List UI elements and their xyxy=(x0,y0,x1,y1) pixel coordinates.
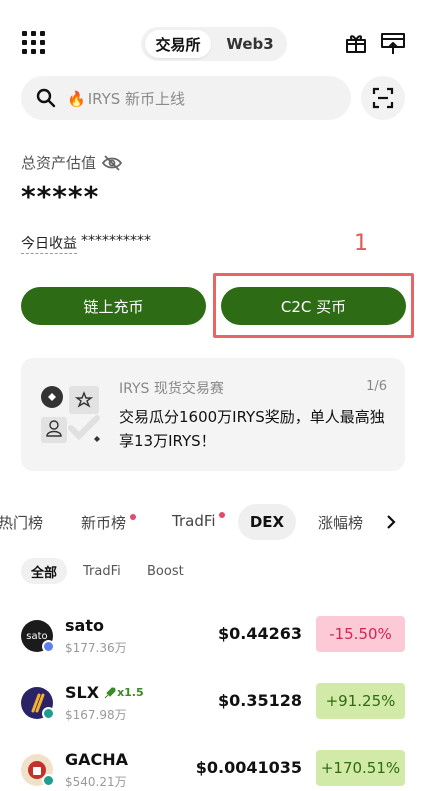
card-upload-icon[interactable] xyxy=(380,31,406,55)
scan-icon xyxy=(372,87,394,109)
apps-grid-icon[interactable] xyxy=(22,31,46,55)
search-placeholder: IRYS 新币上线 xyxy=(87,90,186,108)
promo-body: 交易瓜分1600万IRYS奖励，单人最高独享13万IRYS！ xyxy=(119,408,385,450)
promo-title: IRYS 现货交易赛 xyxy=(119,381,224,397)
token-name: SLX x1.5 xyxy=(65,683,144,702)
tab-tradfi[interactable]: TradFi xyxy=(172,512,216,530)
search-icon xyxy=(36,88,56,108)
boost-badge: x1.5 xyxy=(103,686,144,700)
token-change-badge: +91.25% xyxy=(316,683,405,719)
today-pnl-label: 今日收益 xyxy=(21,233,77,254)
subtab-boost[interactable]: Boost xyxy=(147,558,184,584)
today-pnl-value: ********** xyxy=(81,233,151,249)
rocket-icon xyxy=(104,686,116,698)
tab-new[interactable]: 新币榜 xyxy=(81,512,126,533)
scan-button[interactable] xyxy=(361,76,405,120)
exchange-web3-switch: 交易所 Web3 xyxy=(141,27,287,61)
total-assets-value: ***** xyxy=(21,180,100,213)
tab-dex[interactable]: DEX xyxy=(238,504,296,540)
token-row[interactable]: sato sato $177.36万 $0.44263 -15.50% xyxy=(0,616,427,672)
tab-hot[interactable]: 热门榜 xyxy=(0,512,43,533)
new-dot-badge xyxy=(130,514,136,520)
today-pnl[interactable]: 今日收益 ********** xyxy=(21,233,151,254)
token-market-cap: $177.36万 xyxy=(65,641,127,655)
onchain-deposit-button[interactable]: 链上充币 xyxy=(21,287,206,325)
token-name: sato xyxy=(65,616,104,635)
subtab-all[interactable]: 全部 xyxy=(21,558,68,584)
tab-gainers[interactable]: 涨幅榜 xyxy=(318,512,364,533)
promo-page-indicator: 1/6 xyxy=(366,379,387,394)
solana-chain-icon xyxy=(42,774,55,787)
token-row[interactable]: SLX x1.5 $167.98万 $0.35128 +91.25% xyxy=(0,683,427,739)
search-bar[interactable]: 🔥 IRYS 新币上线 xyxy=(21,76,351,120)
tradfi-dot-badge xyxy=(219,512,225,518)
token-market-cap: $167.98万 xyxy=(65,708,127,722)
token-market-cap: $540.21万 xyxy=(65,775,127,789)
token-name: GACHA xyxy=(65,750,129,769)
chevron-right-icon[interactable] xyxy=(384,514,398,530)
eye-hidden-icon[interactable] xyxy=(102,154,123,171)
token-row[interactable]: GACHA $540.21万 $0.0041035 +170.51% xyxy=(0,750,427,791)
subtab-tradfi[interactable]: TradFi xyxy=(83,558,121,584)
promo-illustration-icon xyxy=(41,386,100,443)
annotation-number: 1 xyxy=(354,231,368,256)
fire-icon: 🔥 xyxy=(67,89,86,108)
tab-exchange[interactable]: 交易所 xyxy=(145,30,211,58)
promo-banner[interactable]: IRYS 现货交易赛 1/6 交易瓜分1600万IRYS奖励，单人最高独享13万… xyxy=(21,358,405,471)
token-change-badge: +170.51% xyxy=(316,750,405,786)
gift-icon[interactable] xyxy=(344,31,368,55)
tab-web3[interactable]: Web3 xyxy=(217,30,283,58)
token-price: $0.44263 xyxy=(217,624,302,643)
total-assets-label: 总资产估值 xyxy=(21,152,123,173)
token-price: $0.0041035 xyxy=(195,758,302,777)
eth-chain-icon xyxy=(42,640,55,653)
token-price: $0.35128 xyxy=(217,691,302,710)
market-tabs: 热门榜 新币榜 TradFi DEX 涨幅榜 xyxy=(0,504,427,540)
solana-chain-icon xyxy=(42,707,55,720)
annotation-highlight-box xyxy=(213,273,414,338)
token-change-badge: -15.50% xyxy=(316,616,405,652)
